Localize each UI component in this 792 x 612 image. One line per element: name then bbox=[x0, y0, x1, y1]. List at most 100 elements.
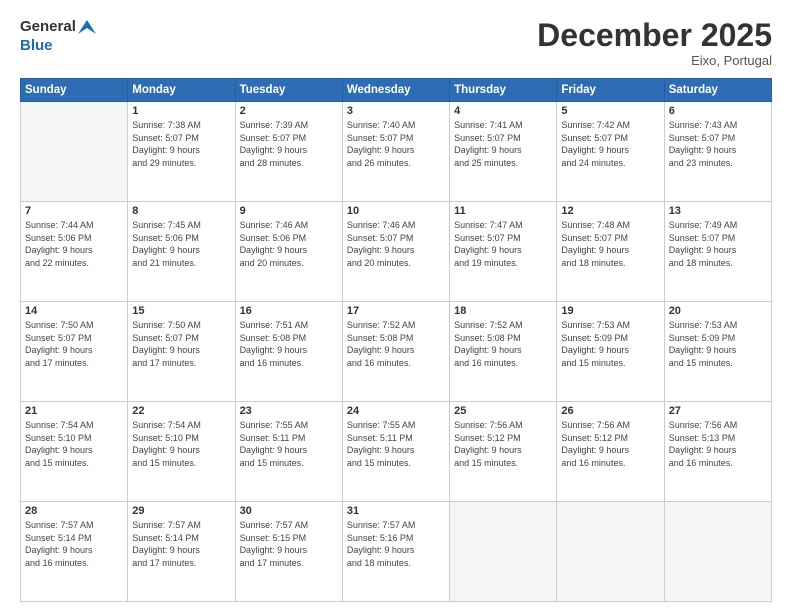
day-info: Sunrise: 7:45 AM Sunset: 5:06 PM Dayligh… bbox=[132, 219, 230, 269]
day-info: Sunrise: 7:55 AM Sunset: 5:11 PM Dayligh… bbox=[347, 419, 445, 469]
calendar: SundayMondayTuesdayWednesdayThursdayFrid… bbox=[20, 78, 772, 602]
day-info: Sunrise: 7:44 AM Sunset: 5:06 PM Dayligh… bbox=[25, 219, 123, 269]
calendar-day-cell: 24 Sunrise: 7:55 AM Sunset: 5:11 PM Dayli… bbox=[342, 402, 449, 502]
calendar-day-cell: 20 Sunrise: 7:53 AM Sunset: 5:09 PM Dayli… bbox=[664, 302, 771, 402]
day-info: Sunrise: 7:49 AM Sunset: 5:07 PM Dayligh… bbox=[669, 219, 767, 269]
day-number: 24 bbox=[347, 405, 445, 417]
location-subtitle: Eixo, Portugal bbox=[537, 53, 772, 68]
calendar-day-cell: 16 Sunrise: 7:51 AM Sunset: 5:08 PM Dayli… bbox=[235, 302, 342, 402]
day-number: 15 bbox=[132, 305, 230, 317]
day-info: Sunrise: 7:56 AM Sunset: 5:12 PM Dayligh… bbox=[454, 419, 552, 469]
weekday-header-cell: Wednesday bbox=[342, 79, 449, 102]
day-info: Sunrise: 7:38 AM Sunset: 5:07 PM Dayligh… bbox=[132, 119, 230, 169]
day-number: 11 bbox=[454, 205, 552, 217]
calendar-day-cell: 8 Sunrise: 7:45 AM Sunset: 5:06 PM Daylig… bbox=[128, 202, 235, 302]
calendar-day-cell: 17Sunrise: 7:52 AM Sunset: 5:08 PM Dayli… bbox=[342, 302, 449, 402]
calendar-day-cell: 21 Sunrise: 7:54 AM Sunset: 5:10 PM Dayli… bbox=[21, 402, 128, 502]
calendar-week-row: 7 Sunrise: 7:44 AM Sunset: 5:06 PM Daylig… bbox=[21, 202, 772, 302]
day-number: 30 bbox=[240, 505, 338, 517]
logo-bird-icon bbox=[78, 20, 96, 34]
calendar-day-cell: 19 Sunrise: 7:53 AM Sunset: 5:09 PM Dayli… bbox=[557, 302, 664, 402]
calendar-day-cell: 11 Sunrise: 7:47 AM Sunset: 5:07 PM Dayli… bbox=[450, 202, 557, 302]
day-number: 20 bbox=[669, 305, 767, 317]
title-block: December 2025 Eixo, Portugal bbox=[537, 18, 772, 68]
page: General Blue December 2025 Eixo, Portuga… bbox=[0, 0, 792, 612]
day-info: Sunrise: 7:41 AM Sunset: 5:07 PM Dayligh… bbox=[454, 119, 552, 169]
day-info: Sunrise: 7:56 AM Sunset: 5:13 PM Dayligh… bbox=[669, 419, 767, 469]
day-number: 4 bbox=[454, 105, 552, 117]
day-number: 12 bbox=[561, 205, 659, 217]
day-number: 31 bbox=[347, 505, 445, 517]
day-number: 5 bbox=[561, 105, 659, 117]
day-info: Sunrise: 7:53 AM Sunset: 5:09 PM Dayligh… bbox=[561, 319, 659, 369]
day-info: Sunrise: 7:47 AM Sunset: 5:07 PM Dayligh… bbox=[454, 219, 552, 269]
calendar-day-cell: 27 Sunrise: 7:56 AM Sunset: 5:13 PM Dayli… bbox=[664, 402, 771, 502]
calendar-day-cell bbox=[664, 502, 771, 602]
day-info: Sunrise: 7:39 AM Sunset: 5:07 PM Dayligh… bbox=[240, 119, 338, 169]
calendar-day-cell: 15 Sunrise: 7:50 AM Sunset: 5:07 PM Dayli… bbox=[128, 302, 235, 402]
day-number: 9 bbox=[240, 205, 338, 217]
day-info: Sunrise: 7:46 AM Sunset: 5:06 PM Dayligh… bbox=[240, 219, 338, 269]
calendar-day-cell: 2 Sunrise: 7:39 AM Sunset: 5:07 PM Daylig… bbox=[235, 102, 342, 202]
day-number: 14 bbox=[25, 305, 123, 317]
calendar-day-cell: 5 Sunrise: 7:42 AM Sunset: 5:07 PM Daylig… bbox=[557, 102, 664, 202]
calendar-day-cell: 28 Sunrise: 7:57 AM Sunset: 5:14 PM Dayli… bbox=[21, 502, 128, 602]
calendar-day-cell: 9 Sunrise: 7:46 AM Sunset: 5:06 PM Daylig… bbox=[235, 202, 342, 302]
calendar-day-cell: 29 Sunrise: 7:57 AM Sunset: 5:14 PM Dayli… bbox=[128, 502, 235, 602]
calendar-day-cell: 18Sunrise: 7:52 AM Sunset: 5:08 PM Dayli… bbox=[450, 302, 557, 402]
day-info: Sunrise: 7:54 AM Sunset: 5:10 PM Dayligh… bbox=[25, 419, 123, 469]
weekday-header-cell: Thursday bbox=[450, 79, 557, 102]
calendar-week-row: 28 Sunrise: 7:57 AM Sunset: 5:14 PM Dayli… bbox=[21, 502, 772, 602]
day-info: Sunrise: 7:50 AM Sunset: 5:07 PM Dayligh… bbox=[25, 319, 123, 369]
day-number: 16 bbox=[240, 305, 338, 317]
day-number: 10 bbox=[347, 205, 445, 217]
calendar-day-cell: 25 Sunrise: 7:56 AM Sunset: 5:12 PM Dayli… bbox=[450, 402, 557, 502]
calendar-day-cell: 4 Sunrise: 7:41 AM Sunset: 5:07 PM Daylig… bbox=[450, 102, 557, 202]
weekday-header-cell: Monday bbox=[128, 79, 235, 102]
calendar-day-cell: 14 Sunrise: 7:50 AM Sunset: 5:07 PM Dayli… bbox=[21, 302, 128, 402]
logo-blue: Blue bbox=[20, 37, 96, 56]
day-info: Sunrise: 7:42 AM Sunset: 5:07 PM Dayligh… bbox=[561, 119, 659, 169]
day-info: Sunrise: 7:53 AM Sunset: 5:09 PM Dayligh… bbox=[669, 319, 767, 369]
logo-general: General bbox=[20, 18, 76, 37]
day-number: 2 bbox=[240, 105, 338, 117]
day-number: 19 bbox=[561, 305, 659, 317]
day-info: Sunrise: 7:51 AM Sunset: 5:08 PM Dayligh… bbox=[240, 319, 338, 369]
calendar-day-cell: 23Sunrise: 7:55 AM Sunset: 5:11 PM Dayli… bbox=[235, 402, 342, 502]
weekday-header-cell: Tuesday bbox=[235, 79, 342, 102]
day-number: 28 bbox=[25, 505, 123, 517]
day-info: Sunrise: 7:40 AM Sunset: 5:07 PM Dayligh… bbox=[347, 119, 445, 169]
day-number: 27 bbox=[669, 405, 767, 417]
calendar-day-cell: 31 Sunrise: 7:57 AM Sunset: 5:16 PM Dayli… bbox=[342, 502, 449, 602]
calendar-week-row: 1 Sunrise: 7:38 AM Sunset: 5:07 PM Daylig… bbox=[21, 102, 772, 202]
day-info: Sunrise: 7:57 AM Sunset: 5:14 PM Dayligh… bbox=[132, 519, 230, 569]
calendar-day-cell: 30 Sunrise: 7:57 AM Sunset: 5:15 PM Dayli… bbox=[235, 502, 342, 602]
day-info: Sunrise: 7:57 AM Sunset: 5:16 PM Dayligh… bbox=[347, 519, 445, 569]
day-number: 25 bbox=[454, 405, 552, 417]
calendar-day-cell: 6Sunrise: 7:43 AM Sunset: 5:07 PM Daylig… bbox=[664, 102, 771, 202]
calendar-week-row: 14 Sunrise: 7:50 AM Sunset: 5:07 PM Dayli… bbox=[21, 302, 772, 402]
day-number: 13 bbox=[669, 205, 767, 217]
day-info: Sunrise: 7:50 AM Sunset: 5:07 PM Dayligh… bbox=[132, 319, 230, 369]
day-number: 26 bbox=[561, 405, 659, 417]
day-number: 29 bbox=[132, 505, 230, 517]
calendar-day-cell: 1 Sunrise: 7:38 AM Sunset: 5:07 PM Daylig… bbox=[128, 102, 235, 202]
weekday-header-cell: Saturday bbox=[664, 79, 771, 102]
calendar-day-cell: 12Sunrise: 7:48 AM Sunset: 5:07 PM Dayli… bbox=[557, 202, 664, 302]
day-info: Sunrise: 7:54 AM Sunset: 5:10 PM Dayligh… bbox=[132, 419, 230, 469]
day-info: Sunrise: 7:52 AM Sunset: 5:08 PM Dayligh… bbox=[454, 319, 552, 369]
weekday-header-row: SundayMondayTuesdayWednesdayThursdayFrid… bbox=[21, 79, 772, 102]
month-title: December 2025 bbox=[537, 18, 772, 53]
day-number: 21 bbox=[25, 405, 123, 417]
day-number: 8 bbox=[132, 205, 230, 217]
calendar-day-cell: 3Sunrise: 7:40 AM Sunset: 5:07 PM Daylig… bbox=[342, 102, 449, 202]
day-number: 7 bbox=[25, 205, 123, 217]
logo: General Blue bbox=[20, 18, 96, 56]
day-number: 1 bbox=[132, 105, 230, 117]
day-info: Sunrise: 7:57 AM Sunset: 5:14 PM Dayligh… bbox=[25, 519, 123, 569]
day-number: 23 bbox=[240, 405, 338, 417]
calendar-day-cell: 22Sunrise: 7:54 AM Sunset: 5:10 PM Dayli… bbox=[128, 402, 235, 502]
calendar-day-cell bbox=[21, 102, 128, 202]
day-info: Sunrise: 7:46 AM Sunset: 5:07 PM Dayligh… bbox=[347, 219, 445, 269]
day-info: Sunrise: 7:57 AM Sunset: 5:15 PM Dayligh… bbox=[240, 519, 338, 569]
